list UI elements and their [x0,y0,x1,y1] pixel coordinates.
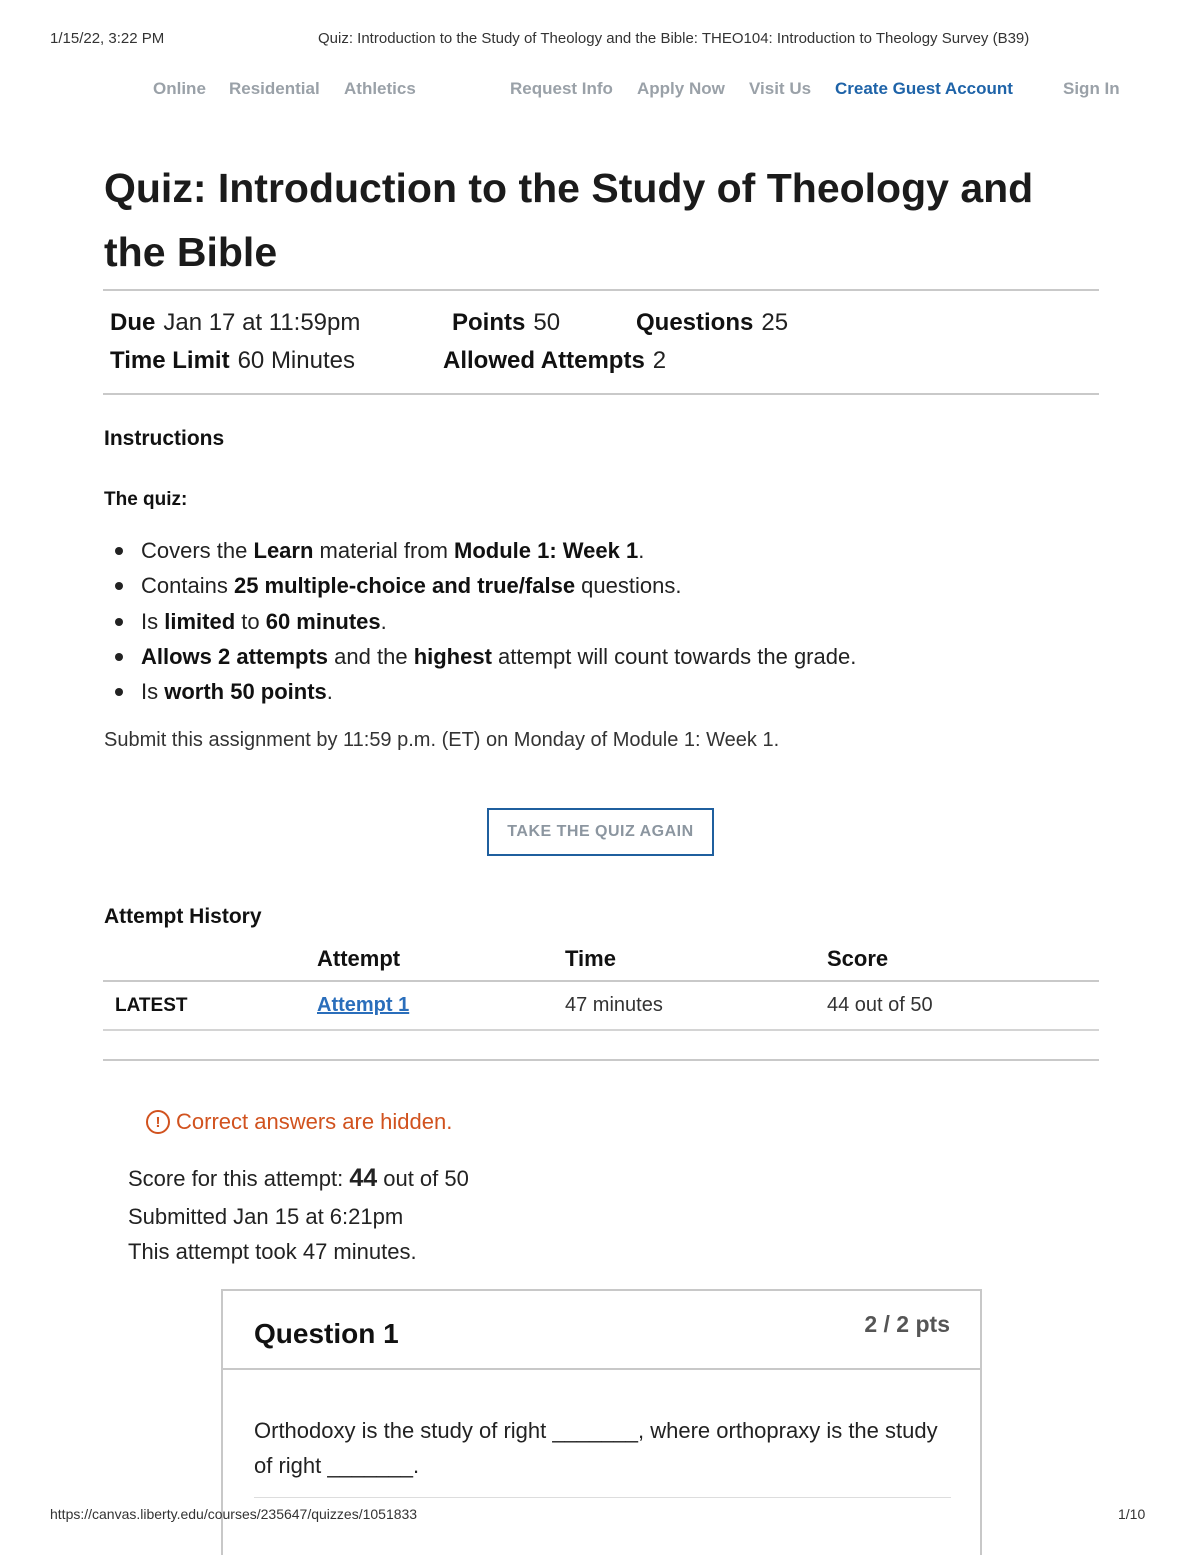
instruction-text: to [235,608,266,634]
instruction-text: . [380,608,387,634]
due-value: Jan 17 at 11:59pm [163,309,361,336]
attempt-history-table: Attempt Time Score LATEST Attempt 1 47 m… [103,938,1099,1031]
instruction-text: Module 1: Week 1 [454,538,639,563]
score-value: 44 [349,1164,378,1192]
time-limit-label: Time Limit [110,347,230,374]
time-limit-value: 60 Minutes [237,347,355,374]
points-value: 50 [533,309,561,336]
warning-icon: ! [146,1110,170,1134]
correct-answers-hidden-notice: ! Correct answers are hidden. [146,1109,452,1135]
print-datetime: 1/15/22, 3:22 PM [50,30,165,47]
instruction-text: worth 50 points [164,679,327,705]
attempt-score: 44 out of 50 [827,981,1099,1031]
instruction-text: and the [328,643,414,669]
instruction-text: Covers the [141,538,254,563]
hidden-notice-text: Correct answers are hidden. [176,1109,453,1134]
instruction-item: Is limited to 60 minutes. [104,604,1054,639]
points-label: Points [452,309,526,336]
title-divider [103,289,1099,291]
nav-apply-now[interactable]: Apply Now [637,79,725,99]
history-divider [103,1059,1099,1061]
instruction-text: attempt will count towards the grade. [491,643,857,669]
nav-create-guest-account[interactable]: Create Guest Account [835,79,1013,99]
instruction-text: limited [164,608,236,634]
col-header-attempt: Attempt [317,938,565,982]
instructions-intro: The quiz: [104,489,188,510]
allowed-attempts-value: 2 [652,347,667,374]
submit-note: Submit this assignment by 11:59 p.m. (ET… [104,729,780,751]
due-label: Due [110,309,156,336]
attempt-history-header-row: Attempt Time Score [103,938,1099,982]
nav-visit-us[interactable]: Visit Us [749,79,811,99]
page-title: Quiz: Introduction to the Study of Theol… [104,165,1034,275]
quiz-questions: Questions 25 [636,309,788,337]
nav-online[interactable]: Online [153,79,206,99]
instruction-text: Learn [253,538,314,563]
instruction-text: 60 minutes [265,608,381,634]
print-page-title: Quiz: Introduction to the Study of Theol… [318,30,1030,47]
nav-sign-in[interactable]: Sign In [1063,79,1120,99]
nav-residential[interactable]: Residential [229,79,320,99]
instruction-text: material from [313,538,455,563]
instruction-item: Covers the Learn material from Module 1:… [104,533,1054,568]
instruction-text: highest [413,643,492,669]
instruction-item: Is worth 50 points. [104,674,1054,709]
question-title: Question 1 [254,1318,399,1349]
questions-label: Questions [636,309,754,336]
col-header-time: Time [565,938,827,982]
attempt-history-heading: Attempt History [104,905,262,928]
instruction-text: Is [141,608,165,634]
submitted-line: Submitted Jan 15 at 6:21pm [128,1204,404,1229]
col-header-blank [103,938,317,982]
attempt-label: LATEST [103,981,317,1031]
quiz-points: Points 50 [452,309,560,337]
question-separator [254,1497,951,1498]
nav-athletics[interactable]: Athletics [344,79,416,99]
col-header-score: Score [827,938,1099,982]
nav-request-info[interactable]: Request Info [510,79,613,99]
instruction-text: Contains [141,573,234,599]
question-header: Question 1 2 / 2 pts [223,1291,980,1370]
attempt-cell: Attempt 1 [317,981,565,1031]
attempt-1-link[interactable]: Attempt 1 [317,994,409,1016]
print-url: https://canvas.liberty.edu/courses/23564… [50,1506,418,1522]
attempt-score-line: Score for this attempt: 44 out of 50 [128,1164,469,1193]
instruction-text: . [638,538,645,563]
instruction-item: Allows 2 attempts and the highest attemp… [104,639,1054,674]
quiz-time-limit: Time Limit 60 Minutes [110,347,355,375]
table-row: LATEST Attempt 1 47 minutes 44 out of 50 [103,981,1099,1031]
take-quiz-again-button[interactable]: TAKE THE QUIZ AGAIN [487,808,714,856]
instruction-text: . [326,679,333,705]
question-points: 2 / 2 pts [864,1311,950,1337]
duration-line: This attempt took 47 minutes. [128,1239,417,1264]
quiz-due: Due Jan 17 at 11:59pm [110,309,360,337]
attempt-time: 47 minutes [565,981,827,1031]
question-text: Orthodoxy is the study of right _______,… [254,1418,938,1478]
score-prefix: Score for this attempt: [128,1166,350,1191]
instruction-text: Is [141,679,165,705]
score-suffix: out of 50 [377,1166,469,1191]
meta-divider [103,393,1099,395]
quiz-allowed-attempts: Allowed Attempts 2 [443,347,666,375]
instruction-item: Contains 25 multiple-choice and true/fal… [104,568,1054,603]
instruction-text: Allows 2 attempts [141,643,329,669]
allowed-attempts-label: Allowed Attempts [443,347,645,374]
instruction-text: questions. [575,573,682,599]
instructions-list: Covers the Learn material from Module 1:… [104,533,1054,709]
print-page-number: 1/10 [1118,1506,1146,1522]
instructions-heading: Instructions [104,427,225,450]
questions-value: 25 [761,309,789,336]
instruction-text: 25 multiple-choice and true/false [233,573,576,599]
